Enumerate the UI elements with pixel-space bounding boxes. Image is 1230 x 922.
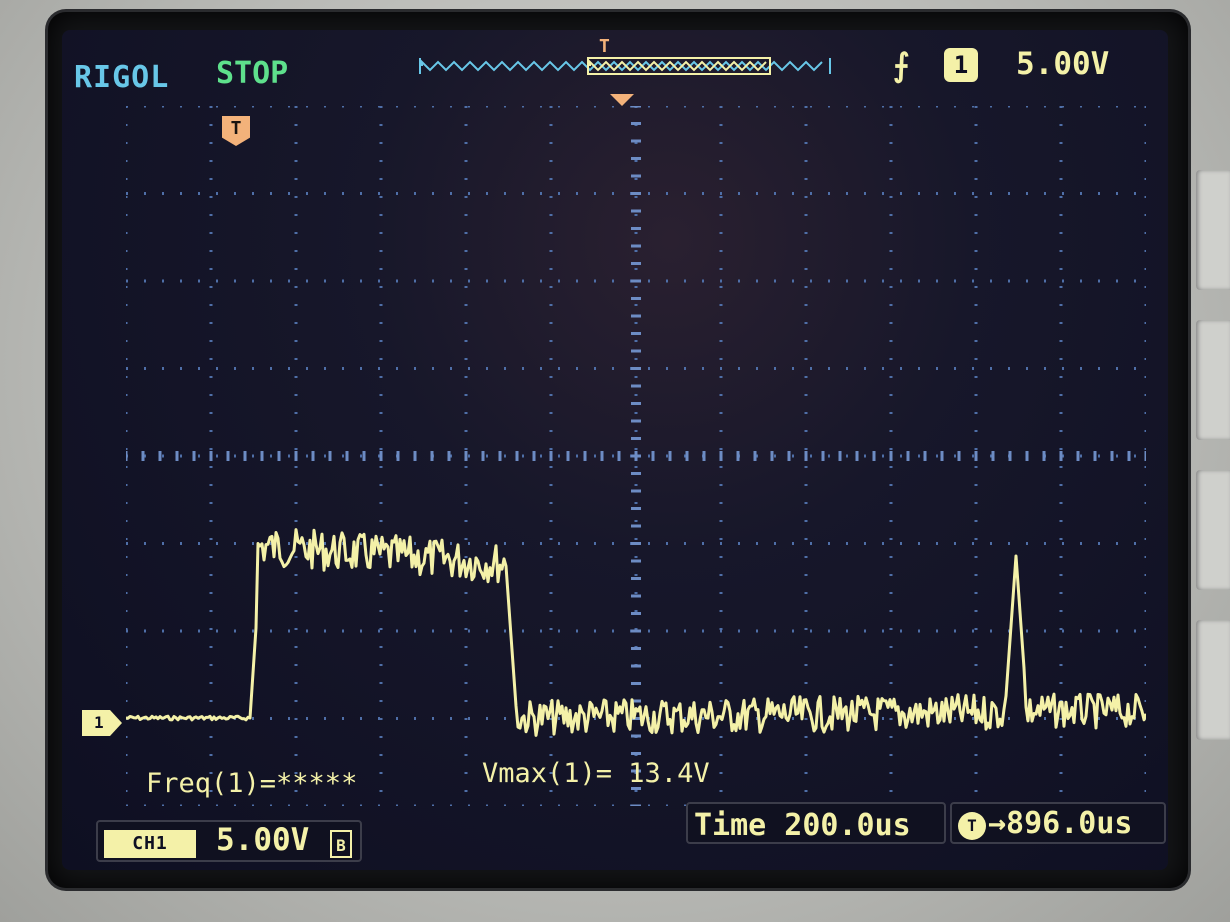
measurement-vmax: Vmax(1)= 13.4V [482, 758, 710, 789]
trigger-position-arrow [610, 94, 634, 106]
run-status[interactable]: STOP [216, 56, 288, 91]
channel-1-scale[interactable]: 5.00V [216, 822, 309, 858]
trigger-delay-icon: T [958, 812, 986, 840]
memory-trigger-marker: T [599, 36, 610, 57]
graticule [126, 106, 1146, 806]
rising-edge-icon: ⨍ [893, 46, 910, 84]
side-tab-1 [1196, 170, 1230, 290]
trigger-delay[interactable]: →896.0us [988, 806, 1133, 841]
bandwidth-limit-icon: B [330, 830, 352, 858]
side-tab-3 [1196, 470, 1230, 590]
measurement-freq: Freq(1)=***** [146, 768, 358, 799]
channel-1-tag[interactable]: CH1 [104, 830, 196, 858]
memory-depth-bar [419, 57, 831, 75]
timebase-scale[interactable]: Time 200.0us [694, 808, 911, 843]
brand-logo: RIGOL [74, 60, 170, 95]
trigger-level[interactable]: 5.00V [1016, 46, 1109, 82]
side-tab-2 [1196, 320, 1230, 440]
trigger-channel-badge[interactable]: 1 [944, 48, 978, 82]
side-tab-4 [1196, 620, 1230, 740]
